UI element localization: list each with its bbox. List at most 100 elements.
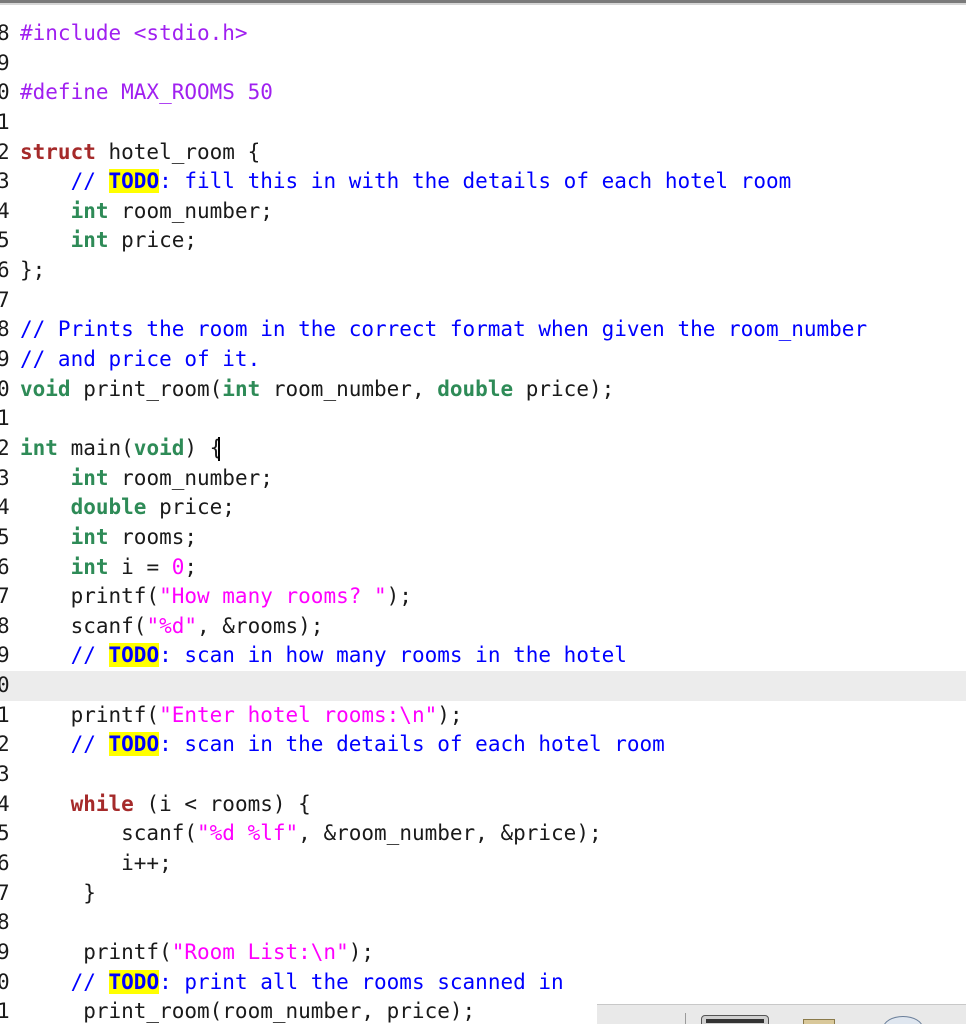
code-line[interactable]: 3 int room_number; [0, 464, 966, 494]
todo-marker: TODO [109, 970, 160, 994]
line-number: 4 [0, 790, 13, 820]
code-text: main( [58, 436, 134, 460]
line-number: 6 [0, 553, 13, 583]
code-content: i++; [20, 849, 172, 879]
window-switcher-icon[interactable] [701, 1015, 769, 1024]
line-number: 9 [0, 345, 13, 375]
code-line[interactable]: 8#include <stdio.h> [0, 19, 966, 49]
code-content: void print_room(int room_number, double … [20, 375, 614, 405]
keyword: struct [20, 140, 96, 164]
web-browser-icon[interactable] [883, 1016, 923, 1024]
code-text: printf( [20, 584, 159, 608]
todo-marker: TODO [109, 643, 160, 667]
code-lines[interactable]: 8#include <stdio.h>90#define MAX_ROOMS 5… [0, 19, 966, 1024]
line-number: 6 [0, 849, 13, 879]
line-number: 5 [0, 226, 13, 256]
code-line[interactable]: 8 [0, 908, 966, 938]
line-number: 2 [0, 138, 13, 168]
code-line[interactable]: 7 printf("How many rooms? "); [0, 582, 966, 612]
code-line[interactable]: 0void print_room(int room_number, double… [0, 375, 966, 405]
code-line[interactable]: 4 double price; [0, 493, 966, 523]
code-line[interactable]: 8// Prints the room in the correct forma… [0, 315, 966, 345]
code-line[interactable]: 2int main(void) { [0, 434, 966, 464]
line-number: 1 [0, 997, 13, 1024]
code-content: } [20, 879, 96, 909]
type-keyword: int [71, 555, 109, 579]
code-content: int room_number; [20, 464, 273, 494]
code-line[interactable]: 2struct hotel_room { [0, 138, 966, 168]
file-manager-icon[interactable] [803, 1019, 835, 1024]
code-line[interactable]: 1 printf("Enter hotel rooms:\n"); [0, 701, 966, 731]
code-line[interactable]: 0 // TODO: print all the rooms scanned i… [0, 968, 966, 998]
code-text: (i < rooms) { [134, 792, 311, 816]
code-line[interactable]: 1 [0, 108, 966, 138]
code-line[interactable]: 4 while (i < rooms) { [0, 790, 966, 820]
code-text: i = [109, 555, 172, 579]
code-content: }; [20, 256, 45, 286]
string-literal: "Room List:\n" [172, 940, 349, 964]
code-line[interactable]: 9 printf("Room List:\n"); [0, 938, 966, 968]
code-content: struct hotel_room { [20, 138, 260, 168]
code-text: ; [184, 555, 197, 579]
line-number: 3 [0, 167, 13, 197]
number-literal: 0 [172, 555, 185, 579]
code-content: // TODO: print all the rooms scanned in [20, 968, 564, 998]
comment: : fill this in with the details of each … [159, 169, 791, 193]
code-text: price); [513, 377, 614, 401]
line-number: 1 [0, 701, 13, 731]
line-number: 2 [0, 434, 13, 464]
code-content: // Prints the room in the correct format… [20, 315, 867, 345]
code-line-current[interactable]: 0 [0, 671, 966, 701]
code-line[interactable]: 3 // TODO: fill this in with the details… [0, 167, 966, 197]
comment: // [20, 732, 109, 756]
code-line[interactable]: 9 // TODO: scan in how many rooms in the… [0, 641, 966, 671]
code-line[interactable]: 8 scanf("%d", &rooms); [0, 612, 966, 642]
code-text: ); [349, 940, 374, 964]
string-literal: "How many rooms? " [159, 584, 387, 608]
line-number: 4 [0, 197, 13, 227]
code-text [20, 466, 71, 490]
preprocessor: #include <stdio.h> [20, 21, 248, 45]
comment: // [20, 970, 109, 994]
code-line[interactable]: 6}; [0, 256, 966, 286]
code-line[interactable]: 3 [0, 760, 966, 790]
line-number: 0 [0, 375, 13, 405]
code-line[interactable]: 7 [0, 286, 966, 316]
line-number: 7 [0, 879, 13, 909]
code-line[interactable]: 2 // TODO: scan in the details of each h… [0, 730, 966, 760]
code-line[interactable]: 5 int rooms; [0, 523, 966, 553]
code-text: printf( [20, 703, 159, 727]
code-line[interactable]: 6 i++; [0, 849, 966, 879]
code-text: i++; [20, 851, 172, 875]
code-line[interactable]: 9 [0, 49, 966, 79]
line-number: 3 [0, 464, 13, 494]
line-number: 5 [0, 523, 13, 553]
code-content: #define MAX_ROOMS 50 [20, 78, 273, 108]
type-keyword: int [20, 436, 58, 460]
string-literal: "%d %lf" [197, 821, 298, 845]
code-line[interactable]: 0 #define MAX_ROOMS 50 [0, 78, 966, 108]
code-line[interactable]: 5 int price; [0, 226, 966, 256]
line-number: 2 [0, 730, 13, 760]
line-number: 6 [0, 256, 13, 286]
code-line[interactable]: 6 int i = 0; [0, 553, 966, 583]
code-line[interactable]: 7 } [0, 879, 966, 909]
code-line[interactable]: 5 scanf("%d %lf", &room_number, &price); [0, 819, 966, 849]
line-number: 7 [0, 286, 13, 316]
code-line[interactable]: 1 [0, 404, 966, 434]
line-number: 0 [0, 78, 13, 108]
line-number: 1 [0, 108, 13, 138]
line-number: 4 [0, 493, 13, 523]
code-text [20, 199, 71, 223]
type-keyword: int [222, 377, 260, 401]
code-editor[interactable]: 8#include <stdio.h>90#define MAX_ROOMS 5… [0, 0, 966, 1024]
code-text: hotel_room { [96, 140, 260, 164]
code-text: room_number; [109, 199, 273, 223]
preprocessor: #define MAX_ROOMS 50 [20, 80, 273, 104]
code-content: int room_number; [20, 197, 273, 227]
code-content: scanf("%d", &rooms); [20, 612, 323, 642]
code-text: price; [109, 228, 198, 252]
code-line[interactable]: 9// and price of it. [0, 345, 966, 375]
line-number: 8 [0, 315, 13, 345]
code-line[interactable]: 4 int room_number; [0, 197, 966, 227]
